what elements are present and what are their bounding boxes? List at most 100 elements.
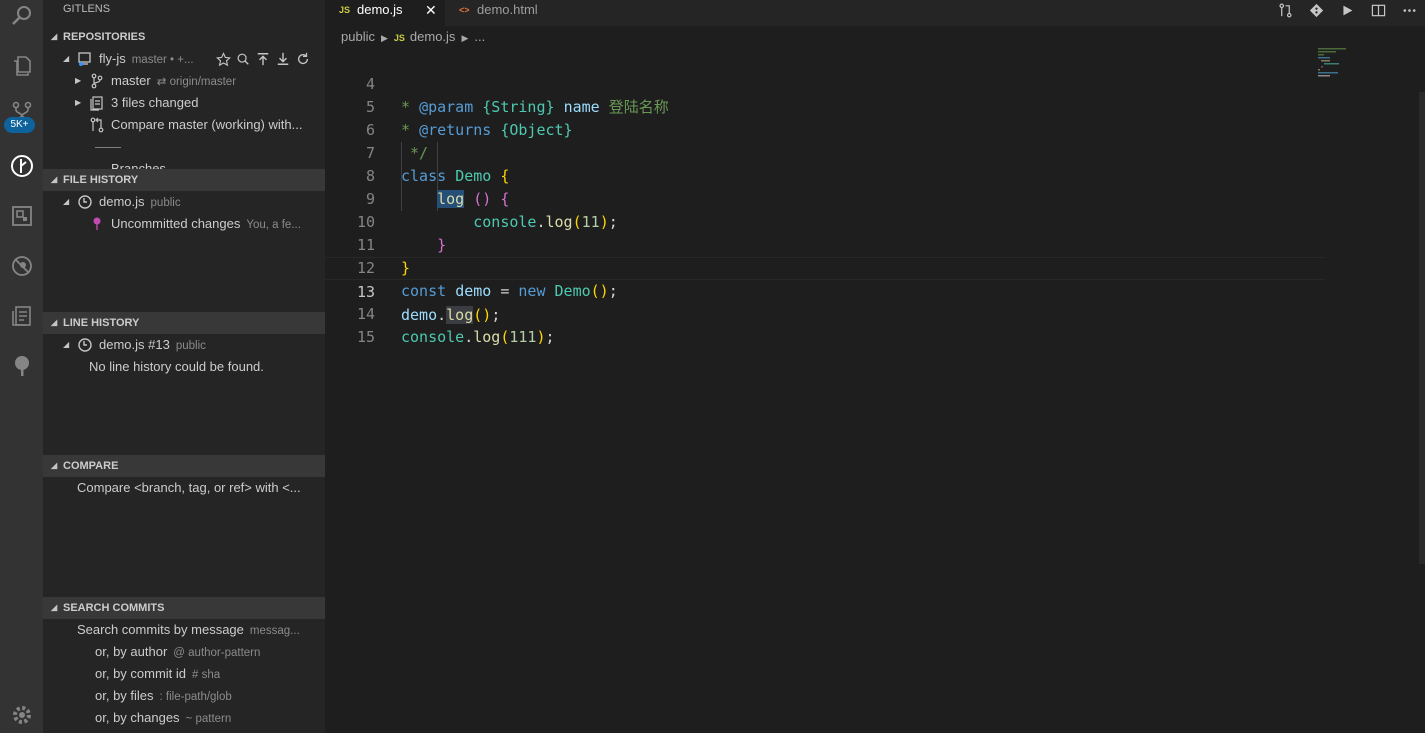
collapse-triangle-icon: ◢ xyxy=(63,54,70,63)
explorer-icon[interactable] xyxy=(0,46,43,86)
search-by-author-row[interactable]: or, by author @ author-pattern xyxy=(43,641,325,663)
pull-icon[interactable] xyxy=(275,48,291,70)
files-changed-row[interactable]: ▶ 3 files changed xyxy=(43,92,325,114)
compare-working-row[interactable]: Compare master (working) with... xyxy=(43,114,325,136)
search-by-commit-id-row[interactable]: or, by commit id # sha xyxy=(43,663,325,685)
code-line: 7 class Demo { xyxy=(325,119,1325,185)
search-icon[interactable] xyxy=(235,48,251,70)
search-item-desc: ~ pattern xyxy=(185,713,232,725)
file-history-file-row[interactable]: ◢ demo.js public xyxy=(43,191,325,213)
search-commits-header[interactable]: ◢ SEARCH COMMITS xyxy=(43,597,325,619)
more-actions-icon[interactable] xyxy=(1394,0,1425,20)
editor-area: JS demo.js ✕ <> demo.html public ▶ JS demo.… xyxy=(325,0,1425,733)
history-icon xyxy=(78,338,92,352)
repo-icon xyxy=(78,52,91,66)
line-history-filename: demo.js #13 xyxy=(99,337,170,352)
search-item-desc: messag... xyxy=(249,625,300,637)
code-line: 15 xyxy=(325,303,1325,346)
search-commits-header-label: SEARCH COMMITS xyxy=(63,602,165,614)
breadcrumb-symbol[interactable]: ... xyxy=(474,29,485,44)
repositories-header[interactable]: ◢ REPOSITORIES xyxy=(43,26,325,48)
search-by-files-row[interactable]: or, by files : file-path/glob xyxy=(43,685,325,707)
tab-label: demo.js xyxy=(357,2,403,17)
compare-icon xyxy=(90,117,104,133)
collapse-triangle-icon: ◢ xyxy=(51,175,58,184)
breadcrumb-file[interactable]: demo.js xyxy=(410,29,456,44)
collapse-triangle-icon: ◢ xyxy=(51,603,58,612)
code-line: 10 } xyxy=(325,188,1325,254)
debug-icon[interactable] xyxy=(0,246,43,286)
collapse-triangle-icon: ◢ xyxy=(51,461,58,470)
code-line: 12 const demo = new Demo(); xyxy=(325,234,1325,300)
repo-row[interactable]: ◢ fly-js master • +... xyxy=(43,48,325,70)
search-item-label: or, by files xyxy=(95,688,154,703)
search-by-message-row[interactable]: Search commits by message messag... xyxy=(43,619,325,641)
search-item-desc: @ author-pattern xyxy=(173,647,261,659)
editor-scrollbar[interactable] xyxy=(1419,92,1425,564)
commit-pin-icon xyxy=(93,217,101,230)
branch-name: master xyxy=(111,73,151,88)
uncommitted-changes-row[interactable]: Uncommitted changes You, a fe... xyxy=(43,213,325,235)
compare-header-label: COMPARE xyxy=(63,460,119,472)
history-icon xyxy=(78,195,92,209)
chevron-right-icon: ▶ xyxy=(380,33,388,43)
file-history-header[interactable]: ◢ FILE HISTORY xyxy=(43,169,325,191)
files-changed-label: 3 files changed xyxy=(111,95,199,110)
compare-header[interactable]: ◢ COMPARE xyxy=(43,455,325,477)
collapse-triangle-icon: ◢ xyxy=(51,32,58,41)
code-text: console.log(111); xyxy=(401,328,555,346)
separator-text: —— xyxy=(95,139,121,154)
file-history-folder: public xyxy=(150,197,181,209)
git-icon[interactable] xyxy=(1301,0,1332,20)
expand-triangle-icon: ▶ xyxy=(75,76,82,85)
search-item-desc: : file-path/glob xyxy=(159,691,232,703)
js-file-icon: JS xyxy=(393,33,405,43)
line-history-empty-label: No line history could be found. xyxy=(89,359,264,374)
branch-row[interactable]: ▶ master ⇄ origin/master xyxy=(43,70,325,92)
split-editor-icon[interactable] xyxy=(1363,0,1394,20)
compare-item-row[interactable]: Compare <branch, tag, or ref> with <... xyxy=(43,477,325,499)
activity-bar: 5K+ xyxy=(0,0,43,733)
tab-demo-js[interactable]: JS demo.js ✕ xyxy=(325,0,445,26)
breadcrumb-folder[interactable]: public xyxy=(341,29,375,44)
tab-label: demo.html xyxy=(477,2,538,17)
open-changes-icon[interactable] xyxy=(1270,0,1301,20)
search-item-label: or, by changes xyxy=(95,710,180,725)
file-history-filename: demo.js xyxy=(99,194,145,209)
refresh-icon[interactable] xyxy=(295,48,311,70)
star-icon[interactable] xyxy=(215,48,231,70)
repo-actions xyxy=(215,48,311,70)
close-icon[interactable]: ✕ xyxy=(425,0,437,20)
code-line: 8 log () { xyxy=(325,142,1325,208)
notes-icon[interactable] xyxy=(0,296,43,336)
line-number: 15 xyxy=(356,328,375,346)
collapse-triangle-icon: ◢ xyxy=(51,318,58,327)
code-line: 4 * @param {String} name 登陆名称 xyxy=(325,50,1325,116)
collapse-triangle-icon: ◢ xyxy=(63,197,70,206)
compare-working-label: Compare master (working) with... xyxy=(111,117,303,132)
code-line: 5 * @returns {Object} xyxy=(325,73,1325,139)
gitlens-sidebar: GITLENS ◢ REPOSITORIES ◢ fly-js master • … xyxy=(43,0,325,733)
line-history-empty-row: No line history could be found. xyxy=(43,356,325,378)
files-icon xyxy=(90,96,103,111)
repositories-header-label: REPOSITORIES xyxy=(63,31,146,43)
code-line: 9 console.log(11); xyxy=(325,165,1325,231)
chevron-right-icon: ▶ xyxy=(461,33,469,43)
tree-icon[interactable] xyxy=(0,346,43,386)
search-icon[interactable] xyxy=(0,0,43,36)
line-history-folder: public xyxy=(175,340,206,352)
run-icon[interactable] xyxy=(1332,0,1363,20)
tab-demo-html[interactable]: <> demo.html xyxy=(445,0,555,26)
line-history-header[interactable]: ◢ LINE HISTORY xyxy=(43,312,325,334)
compare-item-label: Compare <branch, tag, or ref> with <... xyxy=(77,480,301,495)
gitlens-icon[interactable] xyxy=(0,146,43,186)
search-by-changes-row[interactable]: or, by changes ~ pattern xyxy=(43,707,325,729)
line-history-file-row[interactable]: ◢ demo.js #13 public xyxy=(43,334,325,356)
js-file-icon: JS xyxy=(339,5,351,15)
push-icon[interactable] xyxy=(255,48,271,70)
source-control-badge: 5K+ xyxy=(4,117,35,133)
minimap[interactable] xyxy=(1318,48,1358,78)
settings-gear-icon[interactable] xyxy=(0,695,43,733)
tab-bar: JS demo.js ✕ <> demo.html xyxy=(325,0,1425,26)
extensions-icon[interactable] xyxy=(0,196,43,236)
